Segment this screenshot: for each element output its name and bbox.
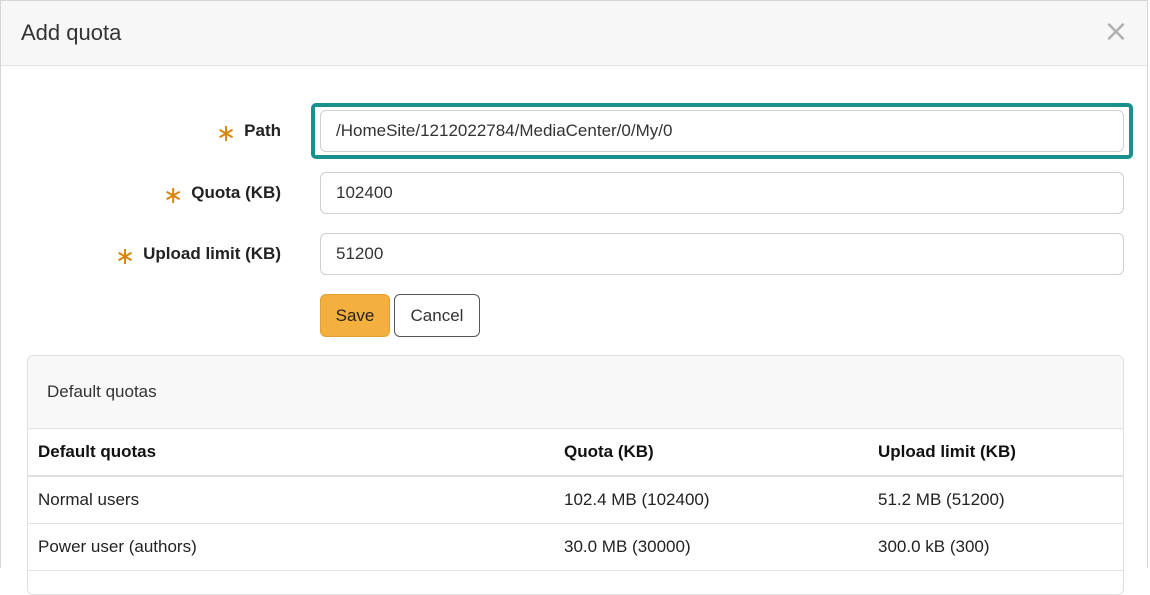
quota-row: ∗ Quota (KB) (1, 171, 1149, 215)
table-row: Power user (authors) 30.0 MB (30000) 300… (28, 523, 1123, 571)
upload-limit-row: ∗ Upload limit (KB) (1, 232, 1149, 276)
default-quotas-table: Default quotas Quota (KB) Upload limit (… (28, 429, 1123, 571)
add-quota-dialog: Add quota × ∗ Path ∗ Quota (KB) ∗ Upload… (0, 0, 1149, 595)
dialog-header: Add quota × (1, 1, 1147, 66)
panel-title: Default quotas (47, 382, 157, 401)
path-input[interactable] (320, 110, 1124, 152)
table-cell: Power user (authors) (28, 523, 554, 571)
path-label-text: Path (244, 121, 281, 140)
cancel-button[interactable]: Cancel (394, 294, 480, 337)
table-cell: 30.0 MB (30000) (554, 523, 868, 571)
upload-limit-label: ∗ Upload limit (KB) (115, 232, 281, 276)
table-header-row: Default quotas Quota (KB) Upload limit (… (28, 429, 1123, 477)
column-header-quota: Quota (KB) (554, 429, 868, 477)
table-cell: 300.0 kB (300) (868, 523, 1123, 571)
path-row: ∗ Path (1, 109, 1149, 153)
dialog-title: Add quota (21, 20, 122, 45)
table-cell: 102.4 MB (102400) (554, 476, 868, 524)
table-row: Normal users 102.4 MB (102400) 51.2 MB (… (28, 476, 1123, 524)
upload-limit-label-text: Upload limit (KB) (143, 244, 281, 263)
table-cell: 51.2 MB (51200) (868, 476, 1123, 524)
quota-label-text: Quota (KB) (191, 183, 281, 202)
table-cell: Normal users (28, 476, 554, 524)
required-asterisk-icon: ∗ (115, 242, 136, 270)
quota-input[interactable] (320, 172, 1124, 214)
required-asterisk-icon: ∗ (216, 119, 237, 147)
quota-label: ∗ Quota (KB) (163, 171, 281, 215)
required-asterisk-icon: ∗ (163, 181, 184, 209)
save-button[interactable]: Save (320, 294, 390, 337)
column-header-default-quotas: Default quotas (28, 429, 554, 477)
path-label: ∗ Path (216, 109, 281, 153)
column-header-upload-limit: Upload limit (KB) (868, 429, 1123, 477)
upload-limit-input[interactable] (320, 233, 1124, 275)
close-icon[interactable]: × (1103, 15, 1129, 49)
default-quotas-panel: Default quotas Default quotas Quota (KB)… (27, 355, 1124, 595)
panel-heading: Default quotas (28, 356, 1123, 429)
